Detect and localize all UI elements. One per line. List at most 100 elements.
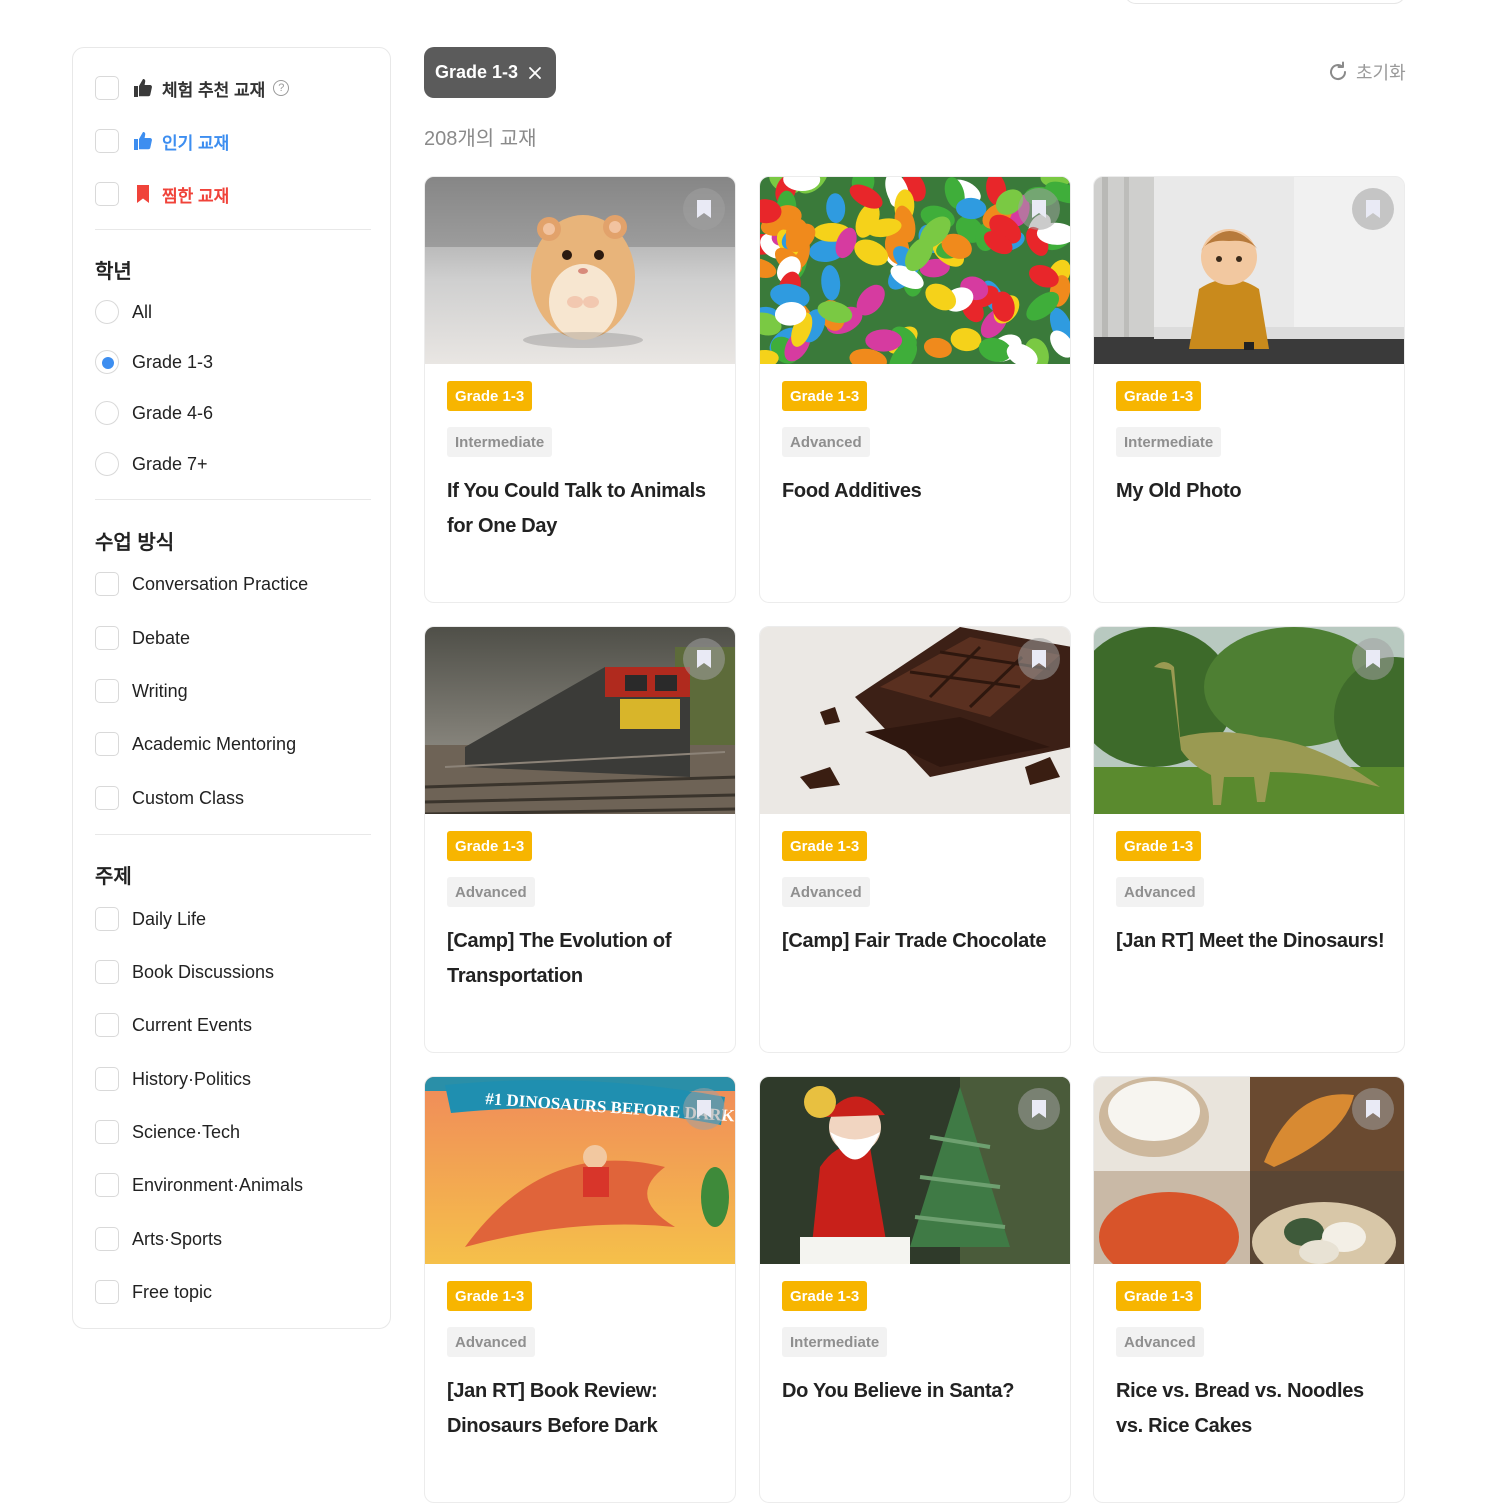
checkbox[interactable] [95,786,119,810]
checkbox[interactable] [95,1013,119,1037]
checkbox[interactable] [95,1173,119,1197]
grade-badge: Grade 1-3 [1116,831,1202,861]
checkbox[interactable] [95,679,119,703]
section-title-topic: 주제 [95,866,132,888]
checkbox[interactable] [95,129,119,153]
bookmark-button[interactable] [683,188,725,230]
option-label: Arts·Sports [132,1228,223,1249]
bookmark-button[interactable] [1018,1088,1060,1130]
grade-option-7plus[interactable]: Grade 7+ [95,450,208,478]
checkbox[interactable] [95,1227,119,1251]
level-badge: Intermediate [447,427,553,457]
grade-badge: Grade 1-3 [447,831,533,861]
topic-option[interactable]: Arts·Sports [95,1225,222,1253]
card-title: Rice vs. Bread vs. Noodles vs. Rice Cake… [1116,1380,1364,1437]
filter-label: 인기 교재 [162,133,230,153]
radio-selected[interactable] [95,350,119,374]
topic-option[interactable]: History·Politics [95,1065,251,1093]
radio[interactable] [95,300,119,324]
material-card[interactable]: Grade 1-3 Advanced [Camp] Fair Trade Cho… [759,626,1071,1053]
filter-bookmarked[interactable]: 찜한 교재 [95,180,229,208]
bookmark-icon [697,200,711,218]
material-card[interactable]: #1 DINOSAURS BEFORE DARK Grade 1-3 Advan… [424,1076,736,1503]
checkbox[interactable] [95,76,119,100]
checkbox[interactable] [95,626,119,650]
material-card[interactable]: Grade 1-3 Advanced [Camp] The Evolution … [424,626,736,1053]
material-card[interactable]: Grade 1-3 Intermediate Do You Believe in… [759,1076,1071,1503]
reset-button[interactable]: 초기화 [1326,59,1406,85]
reset-label: 초기화 [1356,63,1406,83]
divider [95,499,371,500]
grade-badge: Grade 1-3 [1116,381,1202,411]
grade-option-1-3[interactable]: Grade 1-3 [95,348,213,376]
method-option[interactable]: Custom Class [95,784,244,812]
bookmark-icon [697,1100,711,1118]
bookmark-icon [1032,1100,1046,1118]
material-card[interactable]: Grade 1-3 Advanced Rice vs. Bread vs. No… [1093,1076,1405,1503]
material-card[interactable]: Grade 1-3 Advanced [Jan RT] Meet the Din… [1093,626,1405,1053]
bookmark-button[interactable] [1352,1088,1394,1130]
close-icon[interactable] [528,66,542,80]
bookmark-icon [1032,200,1046,218]
option-label: Custom Class [132,787,245,808]
topic-option[interactable]: Current Events [95,1011,252,1039]
bookmark-button[interactable] [1352,638,1394,680]
bookmark-button[interactable] [683,638,725,680]
checkbox[interactable] [95,1280,119,1304]
radio[interactable] [95,452,119,476]
method-option[interactable]: Conversation Practice [95,570,308,598]
thumbs-up-icon [133,131,153,151]
jelly-bean [865,329,903,352]
bookmark-icon [1032,650,1046,668]
checkbox[interactable] [95,732,119,756]
chip-label: Grade 1-3 [435,62,519,82]
bookmark-icon [1366,1100,1380,1118]
method-option[interactable]: Writing [95,677,188,705]
material-card[interactable]: Grade 1-3 Intermediate If You Could Talk… [424,176,736,603]
result-count: 208개의 교재 [424,128,537,150]
checkbox[interactable] [95,572,119,596]
method-option[interactable]: Academic Mentoring [95,730,296,758]
method-option[interactable]: Debate [95,624,190,652]
bookmark-icon [697,650,711,668]
bookmark-button[interactable] [1018,638,1060,680]
level-badge: Advanced [447,877,535,907]
refresh-icon [1330,61,1347,81]
filter-sidebar: 체험 추천 교재 ? 인기 교재 찜한 교재 학년 All Grade 1-3 … [72,47,391,1329]
checkbox[interactable] [95,182,119,206]
card-title: [Jan RT] Meet the Dinosaurs! [1116,930,1385,952]
active-filter-chip[interactable]: Grade 1-3 [424,47,557,98]
option-label: Book Discussions [132,961,275,982]
card-title: [Camp] The Evolution of Transportation [447,930,672,987]
filter-recommended[interactable]: 체험 추천 교재 ? [95,74,290,102]
topic-option[interactable]: Free topic [95,1278,212,1306]
radio[interactable] [95,401,119,425]
card-title: My Old Photo [1116,480,1242,502]
bookmark-button[interactable] [1352,188,1394,230]
checkbox[interactable] [95,1120,119,1144]
bookmark-button[interactable] [683,1088,725,1130]
material-card[interactable]: Grade 1-3 Advanced Food Additives [759,176,1071,603]
option-label: Writing [132,680,188,701]
topic-option[interactable]: Daily Life [95,905,206,933]
material-card[interactable]: Grade 1-3 Intermediate My Old Photo [1093,176,1405,603]
topic-option[interactable]: Environment·Animals [95,1171,303,1199]
grade-option-4-6[interactable]: Grade 4-6 [95,399,213,427]
level-badge: Intermediate [1116,427,1222,457]
topic-option[interactable]: Book Discussions [95,958,274,986]
checkbox[interactable] [95,1067,119,1091]
topic-option[interactable]: Science·Tech [95,1118,240,1146]
checkbox[interactable] [95,907,119,931]
bookmark-button[interactable] [1018,188,1060,230]
bookmark-icon [1366,200,1380,218]
help-icon[interactable]: ? [273,80,290,96]
filter-popular[interactable]: 인기 교재 [95,127,229,155]
option-label: Daily Life [132,908,207,929]
checkbox[interactable] [95,960,119,984]
card-title: If You Could Talk to Animals for One Day [447,480,706,537]
option-label: History·Politics [132,1068,252,1089]
option-label: Current Events [132,1014,253,1035]
bookmark-icon [133,184,153,204]
level-badge: Advanced [1116,877,1204,907]
grade-option-all[interactable]: All [95,298,152,326]
